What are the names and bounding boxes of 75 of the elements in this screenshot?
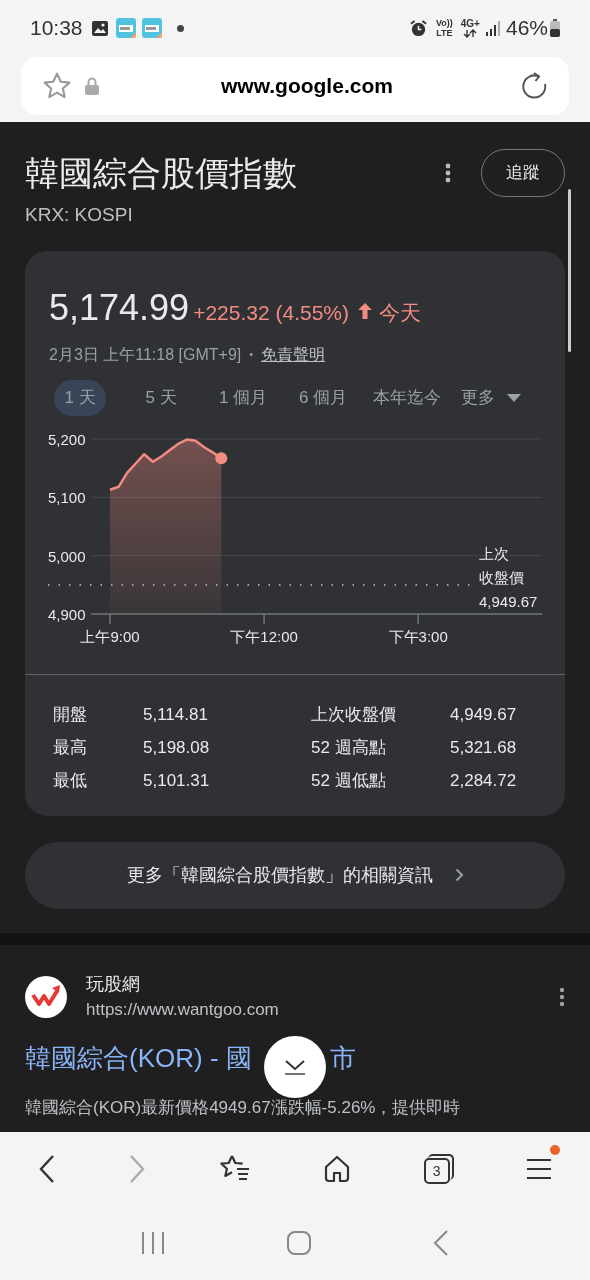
separator-dot: •	[249, 347, 254, 363]
range-tab[interactable]: 本年迄今	[363, 379, 451, 416]
stat-value: 4,949.67	[450, 704, 517, 727]
stat-value: 2,284.72	[450, 770, 517, 793]
bookmark-star-icon[interactable]	[41, 71, 73, 101]
range-tab[interactable]: 5 天	[135, 379, 187, 416]
axis-label: 下午3:00	[388, 627, 448, 645]
alarm-icon	[408, 18, 428, 38]
network-type-label: 4G+	[460, 18, 480, 29]
chevron-down-icon	[284, 1058, 306, 1075]
price-change: +225.32 (4.55%)	[193, 299, 349, 326]
reload-icon[interactable]	[521, 72, 549, 100]
app-notification-icon	[140, 17, 163, 39]
lock-icon	[85, 77, 99, 95]
annotation-label: 收盤價	[479, 568, 524, 586]
home-button-icon[interactable]	[286, 1230, 312, 1256]
range-tab[interactable]: 6 個月	[288, 379, 358, 416]
more-info-button[interactable]: 更多「韓國綜合股價指數」的相關資訊	[25, 841, 565, 909]
range-tab[interactable]: 1 個月	[208, 379, 278, 416]
site-url: https://www.wantgoo.com	[86, 998, 280, 1021]
more-options-icon[interactable]	[445, 163, 451, 183]
signal-icon	[485, 20, 502, 36]
stat-label: 最低	[52, 770, 88, 793]
annotation-label: 4,949.67	[479, 592, 538, 610]
data-arrows-icon	[463, 28, 478, 38]
axis-label: 5,100	[48, 488, 86, 506]
app-notification-icon	[114, 17, 137, 39]
stat-label: 開盤	[52, 704, 88, 727]
site-favicon	[25, 975, 67, 1018]
stat-label: 最高	[52, 737, 88, 760]
axis-label: 上午9:00	[80, 627, 140, 645]
stat-value: 5,321.68	[450, 737, 517, 760]
timestamp-text: 2月3日 上午11:18 [GMT+9]	[49, 344, 242, 365]
stat-value: 5,114.81	[143, 704, 209, 727]
up-arrow-icon	[357, 301, 373, 320]
axis-label: 5,000	[48, 547, 86, 565]
url-text: www.google.com	[221, 73, 393, 100]
stat-value: 5,198.08	[143, 737, 211, 760]
ticker-label: KRX: KOSPI	[25, 203, 134, 227]
home-icon[interactable]	[323, 1155, 352, 1183]
axis-label: 5,200	[48, 430, 86, 448]
battery-icon	[550, 19, 560, 37]
clock-time: 10:38	[30, 15, 83, 42]
result-title-link[interactable]: 市	[330, 1039, 356, 1078]
battery-percent: 46%	[505, 15, 548, 42]
stat-label: 上次收盤價	[311, 704, 397, 727]
stat-label: 52 週高點	[311, 737, 387, 760]
volte-label: Vo))	[435, 18, 453, 28]
address-bar[interactable]: www.google.com	[21, 57, 569, 115]
axis-label: 4,900	[48, 605, 86, 623]
period-label: 今天	[379, 299, 421, 326]
disclaimer-link[interactable]: 免責聲明	[261, 342, 326, 367]
chevron-right-icon	[454, 868, 464, 882]
back-nav-icon[interactable]	[433, 1230, 450, 1256]
more-options-icon[interactable]	[559, 986, 565, 1007]
image-icon	[90, 19, 109, 37]
range-tab[interactable]: 更多	[459, 379, 523, 416]
range-tab[interactable]: 1 天	[54, 379, 106, 416]
stat-value: 5,101.31	[143, 770, 211, 793]
site-name: 玩股網	[86, 972, 141, 996]
annotation-label: 上次	[479, 544, 509, 562]
price-value: 5,174.99	[49, 285, 190, 330]
result-snippet: 韓國綜合(KOR)最新價格4949.67漲跌幅-5.26%，提供即時	[25, 1096, 462, 1119]
latest-point	[215, 451, 228, 464]
axis-label: 下午12:00	[230, 627, 298, 645]
result-title-link[interactable]: 韓國綜合(KOR) - 國	[25, 1039, 252, 1078]
tab-count: 3	[432, 1161, 441, 1181]
stat-label: 52 週低點	[311, 770, 387, 793]
menu-icon[interactable]	[525, 1157, 552, 1181]
stock-title: 韓國綜合股價指數	[25, 153, 297, 194]
lte-label: LTE	[436, 28, 453, 38]
recent-apps-icon[interactable]	[140, 1231, 165, 1255]
notification-dot-icon	[176, 24, 184, 32]
dropdown-caret-icon	[507, 393, 521, 402]
back-icon[interactable]	[38, 1154, 56, 1184]
